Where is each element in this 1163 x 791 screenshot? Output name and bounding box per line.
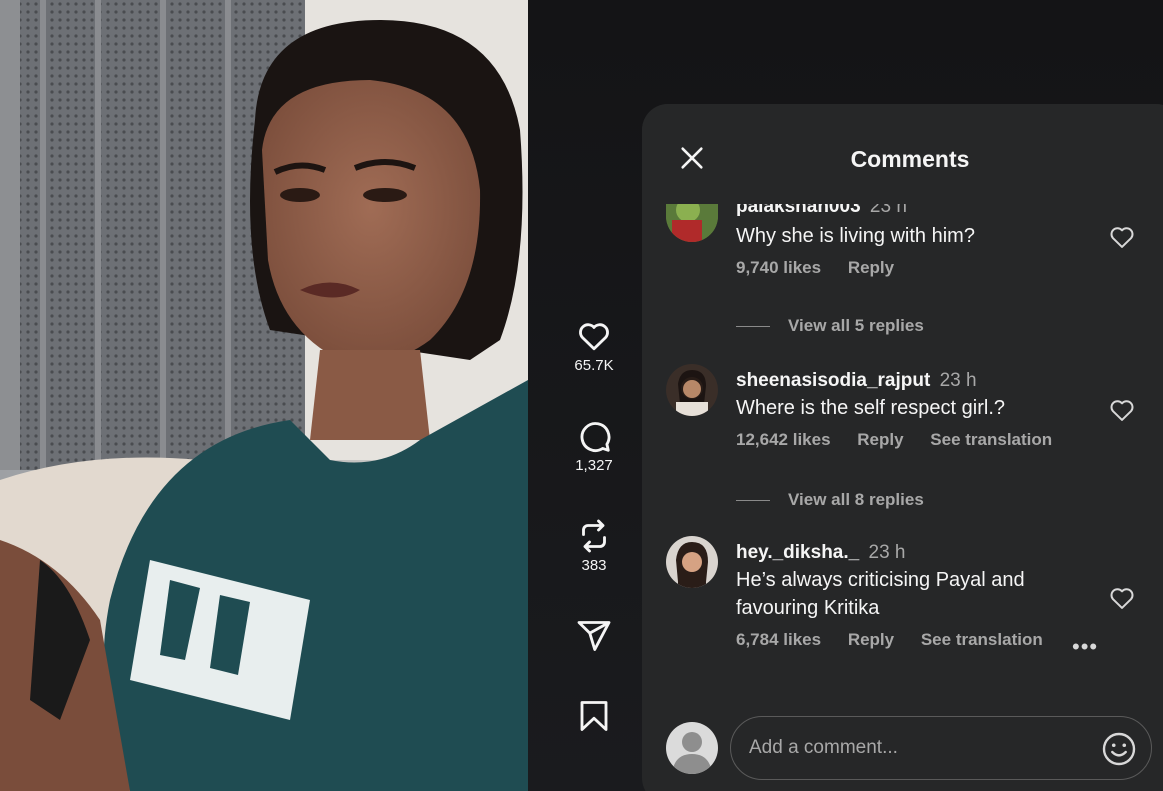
see-translation-button[interactable]: See translation <box>921 630 1043 649</box>
comments-panel: Comments palakshah003 23 h Comm <box>642 104 1163 791</box>
comment-likes[interactable]: 6,784 likes <box>736 630 821 649</box>
speech-bubble-icon <box>580 422 611 452</box>
avatar-image <box>666 364 718 416</box>
avatar[interactable] <box>666 536 718 588</box>
comment-username-row: sheenasisodia_rajput 23 h <box>736 368 1096 394</box>
comment-username[interactable]: hey._diksha._ <box>736 542 859 563</box>
like-button[interactable]: 65.7K <box>558 318 630 374</box>
see-translation-button[interactable]: See translation <box>930 430 1052 449</box>
comment-time: 23 h <box>939 370 977 391</box>
default-avatar-icon <box>666 722 718 774</box>
avatar[interactable] <box>666 204 718 242</box>
reply-button[interactable]: Reply <box>848 630 894 649</box>
comment-body: sheenasisodia_rajput 23 h Where is the s… <box>736 368 1096 450</box>
comment-composer <box>730 716 1152 780</box>
comment-button[interactable]: 1,327 <box>558 418 630 474</box>
comment-username-row: hey._diksha._ 23 h <box>736 540 1096 566</box>
view-replies-label: View all 5 replies <box>788 316 924 335</box>
heart-icon <box>579 323 609 351</box>
share-button[interactable] <box>558 618 630 654</box>
reply-button[interactable]: Reply <box>848 258 894 277</box>
paper-plane-icon <box>577 621 611 651</box>
comment-text-line: favouring Kritika <box>736 597 880 619</box>
comment-meta: 12,642 likes Reply See translation <box>736 430 1096 450</box>
comment-text: Where is the self respect girl.? <box>736 397 1005 419</box>
avatar[interactable] <box>666 364 718 416</box>
repost-icon <box>582 519 606 553</box>
comment-time: 23 h <box>868 542 906 563</box>
view-replies-button[interactable]: View all 8 replies <box>736 490 924 510</box>
comment-body: hey._diksha._ 23 h He’s always criticisi… <box>736 540 1096 650</box>
current-user-avatar <box>666 722 718 774</box>
avatar-image <box>666 536 718 588</box>
repost-count: 383 <box>581 557 607 574</box>
comment-input[interactable] <box>749 731 1089 765</box>
reply-button[interactable]: Reply <box>857 430 903 449</box>
view-replies-button[interactable]: View all 5 replies <box>736 316 924 336</box>
like-count: 65.7K <box>574 357 614 374</box>
comments-title: Comments <box>850 146 970 172</box>
comment-text: Why she is living with him? <box>736 225 975 247</box>
repost-button[interactable]: 383 <box>558 518 630 574</box>
video-frame <box>0 0 528 791</box>
comment-meta: 6,784 likes Reply See translation <box>736 630 1096 650</box>
reel-video[interactable] <box>0 0 528 791</box>
view-replies-label: View all 8 replies <box>788 490 924 509</box>
comment-meta: 9,740 likes Reply <box>736 258 1096 278</box>
heart-icon[interactable] <box>1108 223 1136 251</box>
replies-divider <box>736 500 770 502</box>
replies-divider <box>736 326 770 328</box>
save-button[interactable] <box>558 698 630 734</box>
comment-likes[interactable]: 9,740 likes <box>736 258 821 277</box>
emoji-icon[interactable] <box>1101 731 1137 767</box>
reel-viewer: 65.7K 1,327 383 palakshah003 23 h Commen… <box>0 0 1163 791</box>
more-options-icon[interactable]: ••• <box>1072 634 1098 660</box>
avatar-image <box>666 204 718 242</box>
heart-icon[interactable] <box>1108 584 1136 612</box>
comment-body: Why she is living with him? 9,740 likes … <box>736 222 1096 278</box>
comment-likes[interactable]: 12,642 likes <box>736 430 831 449</box>
comment-username[interactable]: sheenasisodia_rajput <box>736 370 930 391</box>
heart-icon[interactable] <box>1108 396 1136 424</box>
comment-text-line: He’s always criticising Payal and <box>736 569 1025 591</box>
bookmark-icon <box>580 701 608 731</box>
comment-count: 1,327 <box>575 457 613 474</box>
